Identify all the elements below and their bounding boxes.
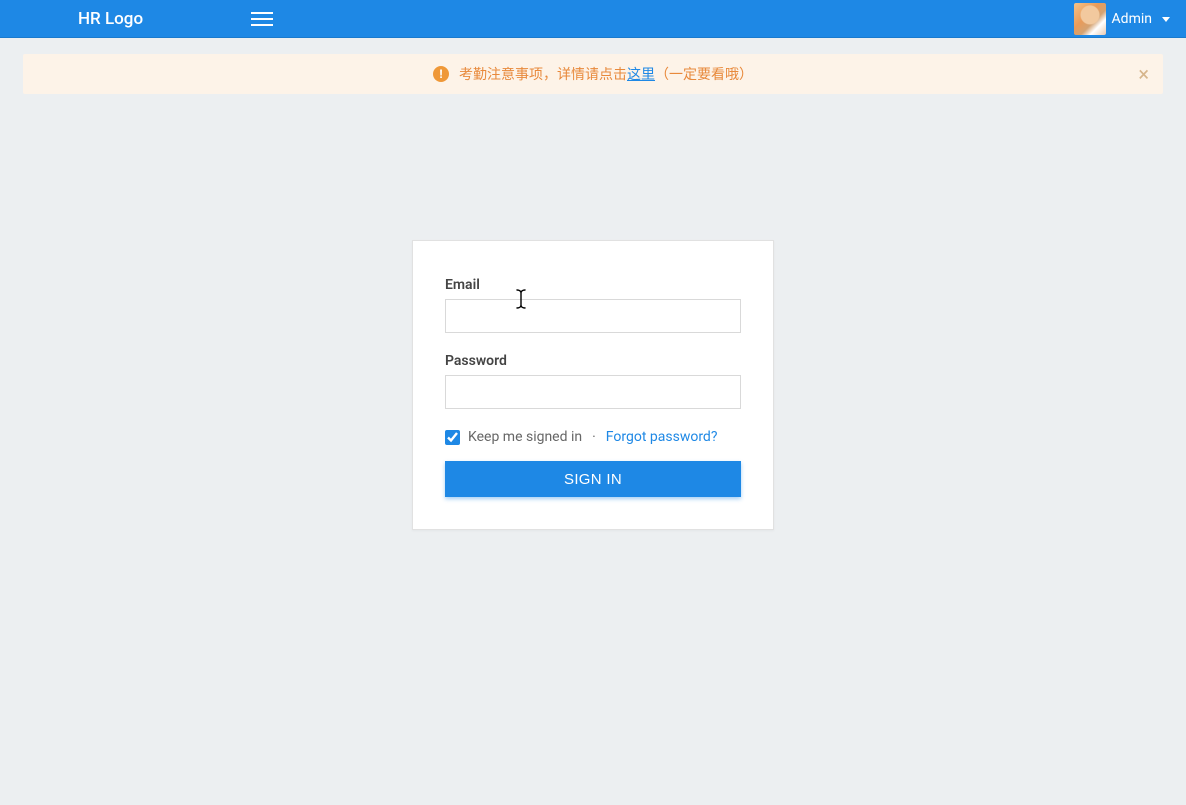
alert-close-button[interactable]: × [1138, 64, 1149, 84]
exclamation-icon: ! [433, 66, 449, 82]
signin-button[interactable]: SIGN IN [445, 461, 741, 497]
email-label: Email [445, 277, 741, 293]
avatar [1074, 3, 1106, 35]
user-name-label: Admin [1112, 11, 1152, 27]
login-card: Email Password Keep me signed in · Forgo… [412, 240, 774, 530]
user-menu[interactable]: Admin [1074, 0, 1170, 38]
brand-logo[interactable]: HR Logo [78, 9, 143, 29]
keep-signed-in-label: Keep me signed in [468, 429, 582, 445]
forgot-password-link[interactable]: Forgot password? [606, 429, 718, 445]
password-input[interactable] [445, 375, 741, 409]
keep-signed-in-checkbox[interactable] [445, 430, 460, 445]
hamburger-menu-icon[interactable] [251, 11, 273, 27]
alert-text-before: 考勤注意事项，详情请点击 [459, 67, 627, 83]
password-label: Password [445, 353, 741, 369]
alert-link[interactable]: 这里 [627, 67, 655, 83]
notice-alert: ! 考勤注意事项，详情请点击这里（一定要看哦） × [23, 54, 1163, 94]
caret-down-icon [1162, 17, 1170, 22]
separator: · [592, 429, 596, 445]
alert-text-after: （一定要看哦） [655, 67, 753, 83]
email-input[interactable] [445, 299, 741, 333]
top-navbar: HR Logo Admin [0, 0, 1186, 38]
